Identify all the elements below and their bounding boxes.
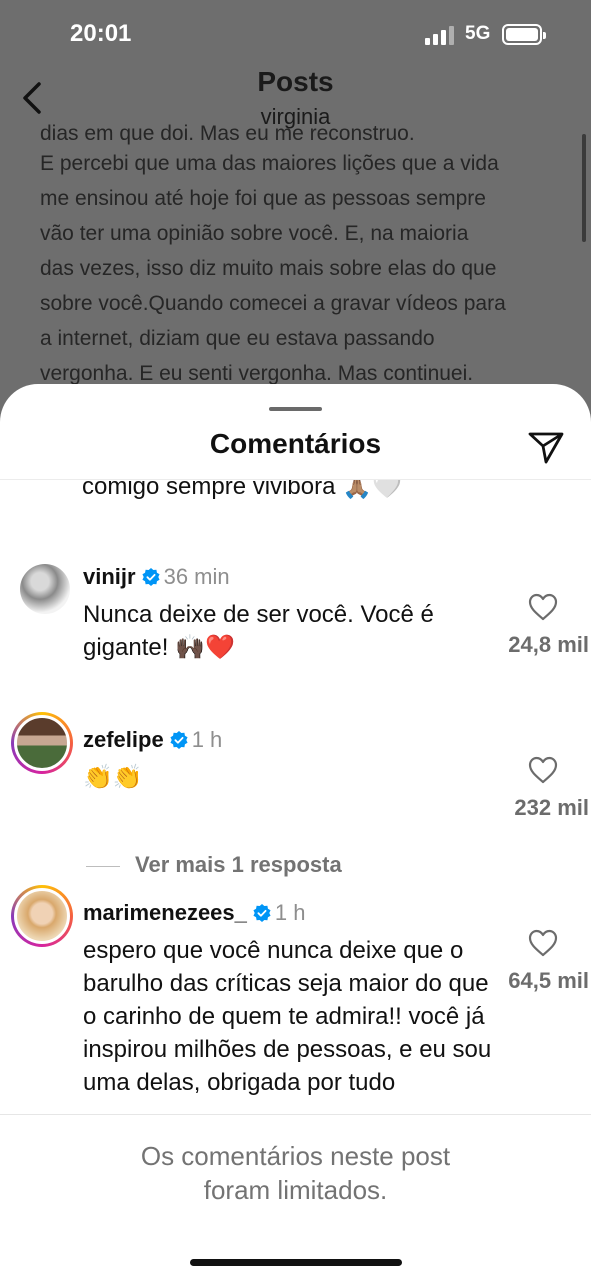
comment-username[interactable]: vinijr xyxy=(83,564,136,589)
caption-line: me ensinou até hoje foi que as pessoas s… xyxy=(40,187,486,210)
comment-meta: vinijr 36 min xyxy=(83,564,230,590)
avatar[interactable] xyxy=(20,564,70,614)
sheet-title: Comentários xyxy=(209,428,382,459)
sheet-grabber[interactable] xyxy=(269,407,322,411)
heart-outline-icon xyxy=(528,929,558,957)
comment-text: 👏👏 xyxy=(83,764,143,791)
heart-outline-icon xyxy=(528,756,558,784)
like-count: 24,8 mil xyxy=(508,632,589,657)
comment-username[interactable]: zefelipe xyxy=(83,727,164,752)
scroll-indicator xyxy=(582,134,586,242)
like-button[interactable] xyxy=(528,593,558,621)
share-button[interactable] xyxy=(526,426,566,466)
heart-outline-icon xyxy=(528,593,558,621)
verified-badge-icon xyxy=(170,731,188,749)
signal-icon xyxy=(425,25,457,45)
like-count: 232 mil xyxy=(514,795,589,820)
caption-line: sobre você.Quando comecei a gravar vídeo… xyxy=(40,292,506,315)
caption-line: vergonha. E eu senti vergonha. Mas conti… xyxy=(40,362,474,385)
caption-line: E percebi que uma das maiores lições que… xyxy=(40,152,499,175)
paper-plane-icon xyxy=(528,432,564,464)
comment-text: comigo sempre vivibora 🙏🏽🤍 xyxy=(82,480,402,500)
home-indicator[interactable] xyxy=(190,1259,402,1266)
comment-username[interactable]: marimenezees_ xyxy=(83,900,247,925)
comment-time: 36 min xyxy=(163,564,230,589)
caption-line: vão ter uma opinião sobre você. E, na ma… xyxy=(40,222,469,245)
post-caption: dias em que doi. Mas eu me reconstruo. E… xyxy=(40,116,570,386)
comments-limited-notice: Os comentários neste post foram limitado… xyxy=(0,1139,591,1207)
comments-list[interactable]: comigo sempre vivibora 🙏🏽🤍 vinijr 36 min … xyxy=(0,480,591,1114)
caption-line: a internet, diziam que eu estava passand… xyxy=(40,327,435,350)
like-button[interactable] xyxy=(528,929,558,957)
verified-badge-icon xyxy=(142,568,160,586)
comment-meta: zefelipe 1 h xyxy=(83,727,222,753)
caption-line: das vezes, isso diz muito mais sobre ela… xyxy=(40,257,497,280)
notice-line: Os comentários neste post xyxy=(140,1141,451,1171)
avatar-story-ring[interactable] xyxy=(11,885,73,947)
divider xyxy=(0,1114,591,1115)
battery-icon xyxy=(502,24,546,45)
status-time: 20:01 xyxy=(70,20,132,47)
view-more-replies-label: Ver mais 1 resposta xyxy=(135,852,342,877)
page-title: Posts xyxy=(257,66,334,97)
network-label: 5G xyxy=(465,23,491,44)
avatar xyxy=(14,715,70,771)
comment-text: Nunca deixe de ser você. Você é gigante!… xyxy=(83,601,434,661)
page-subtitle: virginia xyxy=(260,104,331,129)
view-more-replies-button[interactable]: Ver mais 1 resposta xyxy=(86,852,506,878)
comments-sheet: Comentários comigo sempre vivibora 🙏🏽🤍 v… xyxy=(0,384,591,1280)
avatar xyxy=(14,888,70,944)
like-button[interactable] xyxy=(528,756,558,784)
like-count: 64,5 mil xyxy=(508,968,589,993)
avatar-story-ring[interactable] xyxy=(11,712,73,774)
notice-line: foram limitados. xyxy=(203,1175,388,1205)
verified-badge-icon xyxy=(253,904,271,922)
comment-meta: marimenezees_ 1 h xyxy=(83,900,305,926)
status-bar: 20:01 5G xyxy=(0,0,591,70)
comment-time: 1 h xyxy=(274,900,306,925)
comment-text: espero que você nunca deixe que o barulh… xyxy=(83,937,492,1096)
comment-time: 1 h xyxy=(191,727,223,752)
reply-thread-line xyxy=(86,865,120,867)
